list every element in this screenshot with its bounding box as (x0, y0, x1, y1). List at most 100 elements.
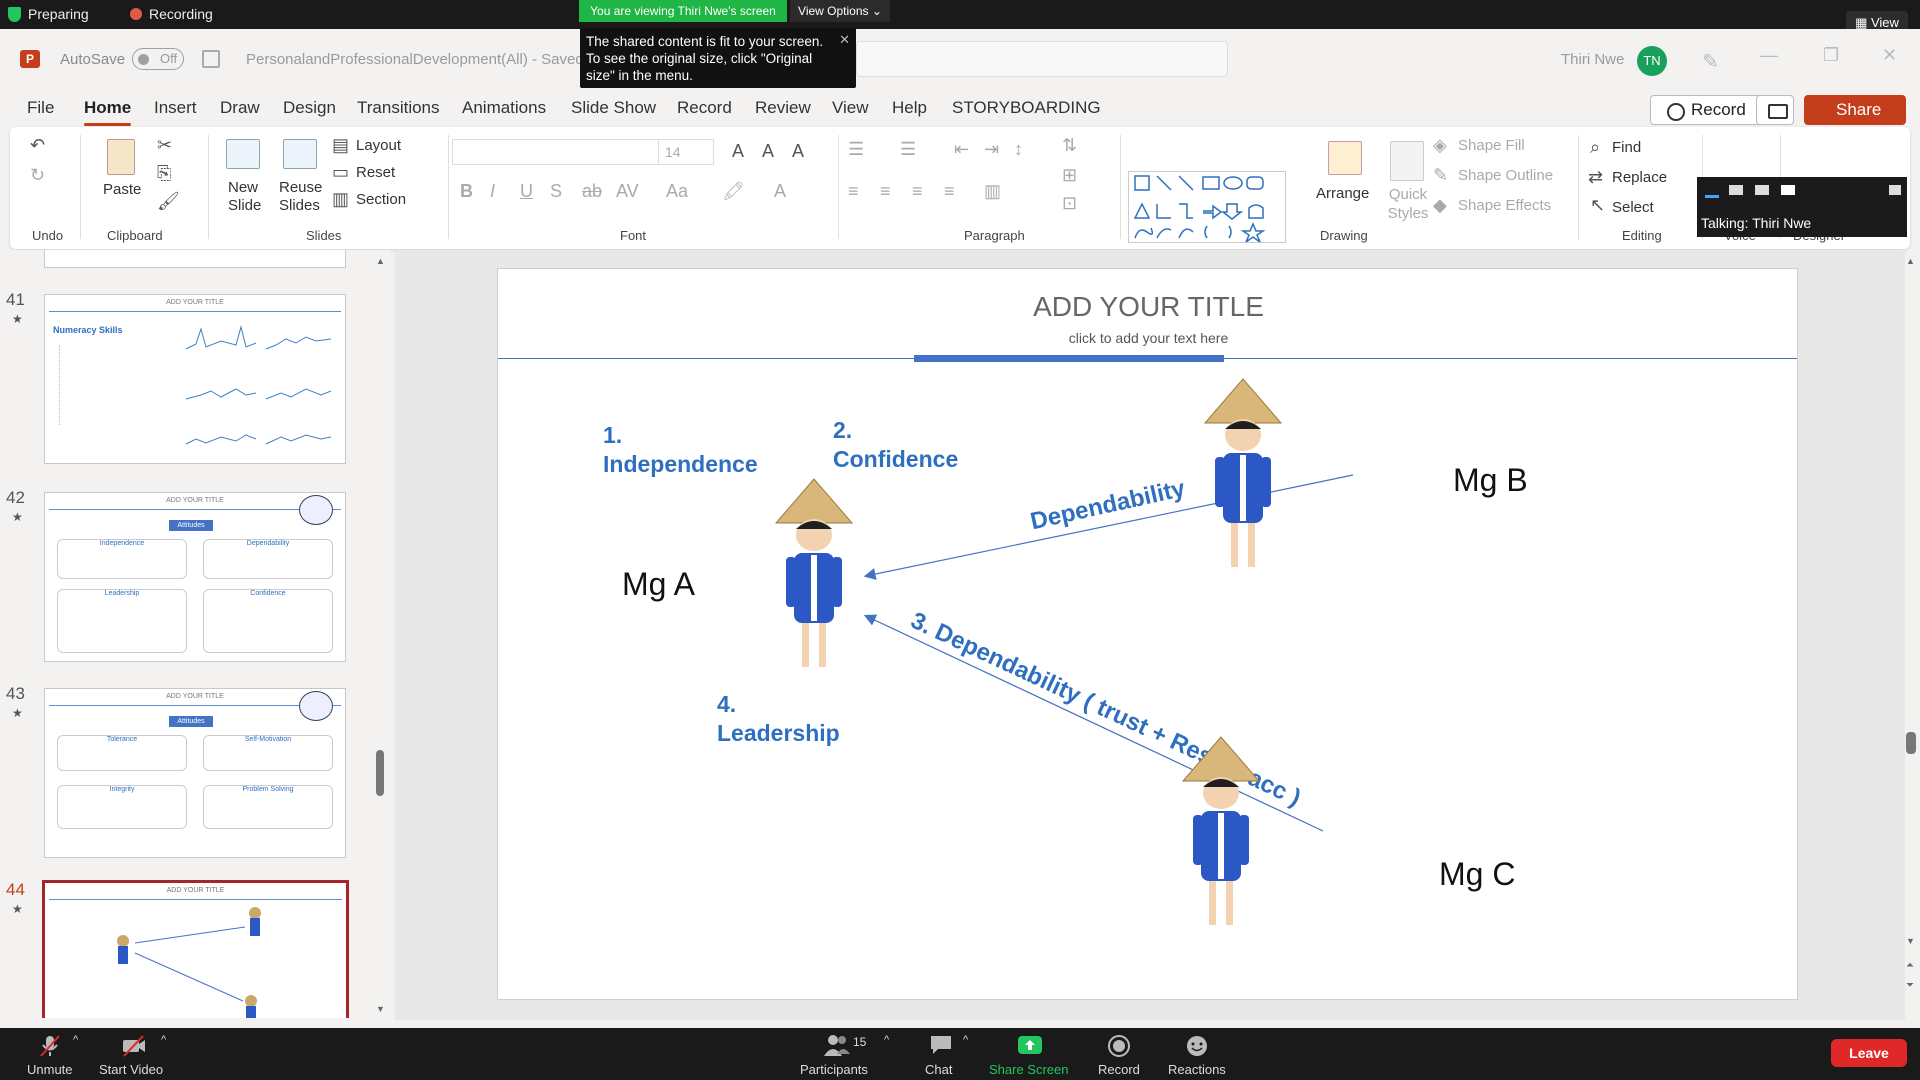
strikethrough-icon[interactable]: ab (582, 181, 602, 202)
tab-transitions[interactable]: Transitions (357, 98, 440, 118)
share-screen-button[interactable]: Share Screen (989, 1062, 1069, 1077)
person-figure-mg-a[interactable] (774, 477, 854, 677)
scroll-down-icon[interactable]: ▼ (1906, 936, 1915, 946)
record-icon[interactable] (1107, 1034, 1131, 1061)
tab-home[interactable]: Home (84, 98, 132, 126)
search-input[interactable] (856, 41, 1228, 77)
close-window-icon[interactable]: ✕ (1882, 45, 1897, 66)
reactions-icon[interactable] (1185, 1034, 1209, 1061)
minimize-view-icon[interactable] (1705, 195, 1719, 198)
smartart-icon[interactable]: ⊡ (1062, 193, 1077, 214)
next-slide-icon[interactable]: ⏷ (1906, 980, 1914, 991)
bullets-icon[interactable]: ☰ (848, 139, 864, 160)
change-case-icon[interactable]: Aa (666, 181, 688, 202)
mg-a-label[interactable]: Mg A (622, 566, 695, 603)
autosave-toggle[interactable]: Off (132, 48, 184, 70)
replace-button[interactable]: Replace (1612, 169, 1667, 186)
tab-help[interactable]: Help (892, 98, 927, 118)
underline-icon[interactable]: U (520, 181, 533, 202)
paste-button[interactable]: Paste (103, 181, 141, 198)
expand-view-icon[interactable] (1889, 185, 1901, 195)
redo-icon[interactable]: ↻ (30, 165, 45, 186)
columns-icon[interactable]: ▥ (984, 181, 1001, 202)
scrollbar-thumb[interactable] (376, 750, 384, 796)
font-size-select[interactable]: 14 (658, 139, 714, 165)
layout-button[interactable]: Layout (356, 137, 401, 154)
tab-review[interactable]: Review (755, 98, 811, 118)
slide-thumbnail-44[interactable]: ADD YOUR TITLE (42, 880, 349, 1018)
quick-styles-icon[interactable] (1390, 141, 1424, 181)
independence-label[interactable]: 1. Independence (603, 421, 758, 479)
speaker-view-icon[interactable] (1729, 185, 1743, 195)
person-figure-mg-c[interactable] (1181, 735, 1261, 935)
slide-scrollbar[interactable]: ▲ ▼ ⏶ ⏷ (1904, 250, 1918, 1020)
share-button[interactable]: Share (1804, 95, 1906, 125)
person-figure-mg-b[interactable] (1203, 377, 1283, 577)
tab-file[interactable]: File (27, 98, 54, 118)
quick-styles-button[interactable]: Quick Styles (1383, 185, 1433, 223)
chevron-up-icon[interactable]: ^ (963, 1034, 968, 1046)
format-painter-icon[interactable]: 🖌 (157, 191, 180, 212)
scroll-down-icon[interactable]: ▼ (376, 1004, 385, 1014)
copy-icon[interactable]: ⎘ (157, 163, 171, 184)
new-slide-button[interactable]: New Slide (228, 179, 268, 215)
preparing-status[interactable]: Preparing (8, 6, 89, 22)
close-icon[interactable]: ✕ (839, 31, 850, 48)
mg-c-label[interactable]: Mg C (1439, 856, 1515, 893)
tab-slide-show[interactable]: Slide Show (571, 98, 656, 118)
tab-design[interactable]: Design (283, 98, 336, 118)
view-options-button[interactable]: View Options ⌄ (790, 0, 890, 22)
chevron-up-icon[interactable]: ^ (161, 1034, 166, 1046)
scroll-up-icon[interactable]: ▲ (376, 256, 385, 266)
gallery-view-icon[interactable] (1781, 185, 1795, 195)
record-meeting-button[interactable]: Record (1098, 1062, 1140, 1077)
highlight-icon[interactable]: 🖍 (722, 181, 745, 202)
font-family-select[interactable] (452, 139, 662, 165)
shape-outline-button[interactable]: Shape Outline (1458, 167, 1553, 184)
scrollbar-thumb[interactable] (1906, 732, 1916, 754)
reset-button[interactable]: Reset (356, 164, 395, 181)
unmute-button[interactable]: Unmute (27, 1062, 73, 1077)
chevron-up-icon[interactable]: ^ (884, 1034, 889, 1046)
tab-draw[interactable]: Draw (220, 98, 260, 118)
line-spacing-icon[interactable]: ↕ (1014, 139, 1023, 160)
participants-button[interactable]: Participants (800, 1062, 868, 1077)
cut-icon[interactable]: ✂ (157, 135, 172, 156)
recording-status[interactable]: Recording (130, 6, 213, 22)
arrange-button[interactable]: Arrange (1316, 185, 1369, 202)
document-title[interactable]: PersonalandProfessionalDevelopment(All) … (246, 51, 584, 68)
align-left-icon[interactable]: ≡ (848, 181, 859, 202)
comments-button[interactable] (1756, 95, 1794, 125)
standard-view-icon[interactable] (1755, 185, 1769, 195)
align-right-icon[interactable]: ≡ (912, 181, 923, 202)
grow-font-icon[interactable]: A (732, 141, 744, 162)
reactions-button[interactable]: Reactions (1168, 1062, 1226, 1077)
current-slide[interactable]: ADD YOUR TITLE click to add your text he… (497, 268, 1798, 1000)
slide-thumbnail-43[interactable]: ADD YOUR TITLE Attitudes Tolerance Self-… (44, 688, 346, 858)
slide-thumbnail-42[interactable]: ADD YOUR TITLE Attitudes Independence De… (44, 492, 346, 662)
decrease-indent-icon[interactable]: ⇤ (954, 139, 969, 160)
share-screen-icon[interactable] (1017, 1034, 1043, 1059)
save-icon[interactable] (202, 50, 220, 68)
character-spacing-icon[interactable]: AV (616, 181, 639, 202)
avatar[interactable]: TN (1637, 46, 1667, 76)
slide-thumbnail-41[interactable]: ADD YOUR TITLE Numeracy Skills (44, 294, 346, 464)
previous-slide-icon[interactable]: ⏶ (1906, 960, 1914, 971)
tab-record[interactable]: Record (677, 98, 732, 118)
minimize-icon[interactable]: — (1760, 45, 1778, 66)
thumbnail-scrollbar[interactable]: ▲ ▼ (373, 250, 387, 1018)
find-button[interactable]: Find (1612, 139, 1641, 156)
chat-icon[interactable] (929, 1034, 953, 1059)
align-text-icon[interactable]: ⊞ (1062, 165, 1077, 186)
reuse-slides-icon[interactable] (283, 139, 317, 169)
shadow-icon[interactable]: S (550, 181, 562, 202)
mg-b-label[interactable]: Mg B (1453, 462, 1528, 499)
shrink-font-icon[interactable]: A (762, 141, 774, 162)
video-off-icon[interactable] (121, 1034, 147, 1061)
muted-microphone-icon[interactable] (38, 1034, 62, 1061)
increase-indent-icon[interactable]: ⇥ (984, 139, 999, 160)
arrange-icon[interactable] (1328, 141, 1362, 175)
tab-animations[interactable]: Animations (462, 98, 546, 118)
pen-icon[interactable]: ✎ (1702, 49, 1719, 74)
maximize-icon[interactable]: ❐ (1823, 45, 1839, 66)
